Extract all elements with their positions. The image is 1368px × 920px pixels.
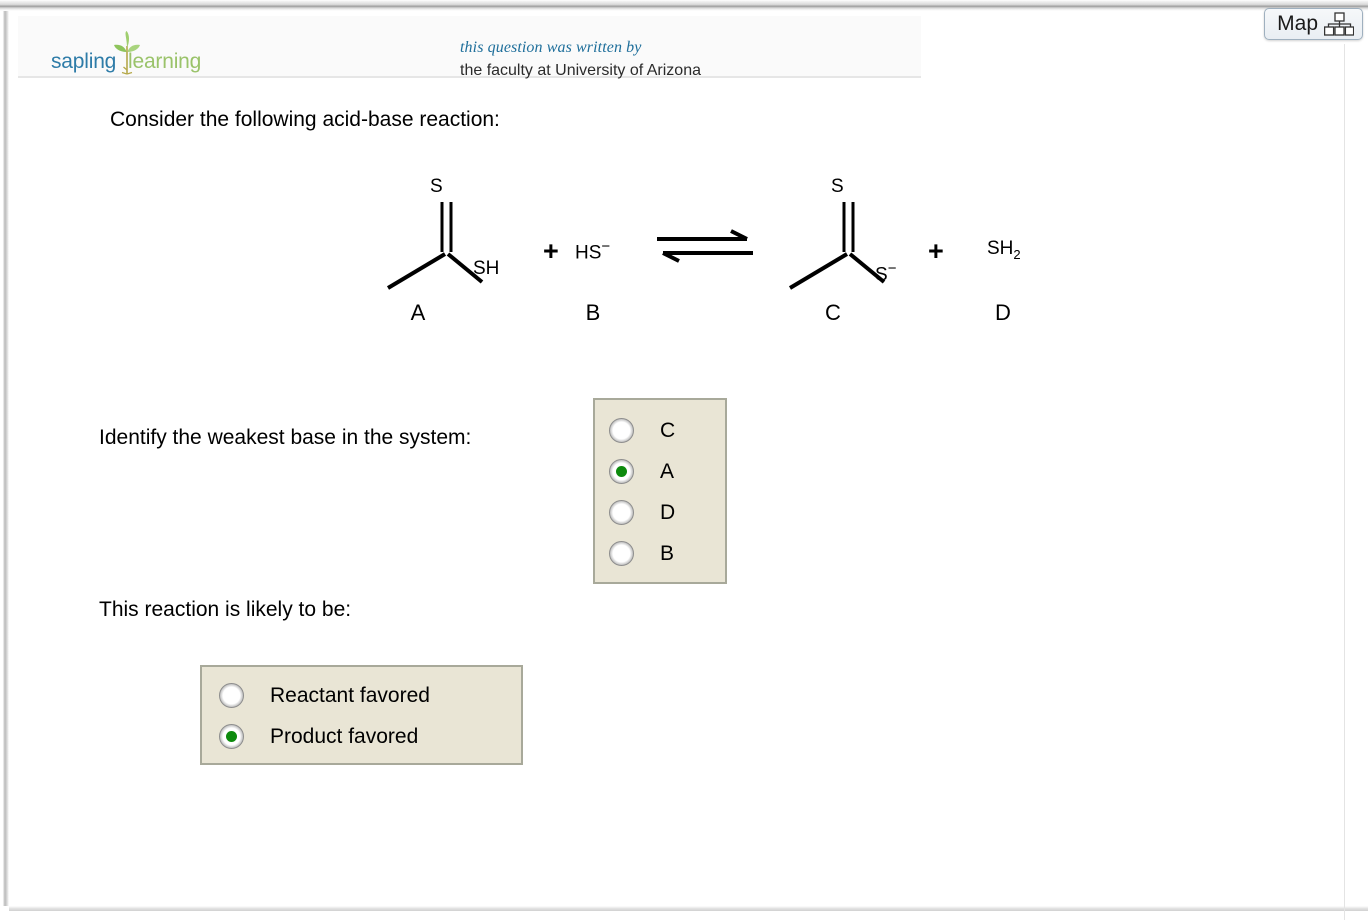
radio-option-product-favored[interactable]: Product favored (202, 716, 521, 757)
attribution-line-1: this question was written by (460, 39, 642, 56)
molecule-label-b: B (585, 300, 601, 325)
molecule-c-atom-s-anion: S− (875, 260, 897, 286)
radio-label-b: B (660, 541, 675, 565)
page-right-border (1344, 44, 1345, 920)
sitemap-hierarchy-icon (1324, 12, 1354, 36)
molecule-c-charge: − (887, 260, 897, 277)
page-left-border (0, 11, 9, 906)
molecule-c-structure (788, 202, 886, 290)
radio-option-a[interactable]: A (595, 451, 725, 492)
molecule-a-atom-sh: SH (473, 258, 500, 279)
radio-knob-reactant-favored[interactable] (219, 683, 244, 708)
page-bottom-border (9, 906, 1368, 911)
molecule-label-d: D (995, 300, 1011, 325)
radio-option-reactant-favored[interactable]: Reactant favored (202, 675, 521, 716)
logo-text-learning: learning (128, 50, 202, 73)
radio-group-weakest-base: C A D B (593, 398, 727, 584)
molecule-label-a: A (410, 300, 426, 325)
radio-knob-a[interactable] (609, 459, 634, 484)
prompt-weakest-base: Identify the weakest base in the system: (99, 426, 472, 449)
radio-label-reactant-favored: Reactant favored (270, 683, 430, 707)
map-button[interactable]: Map (1264, 8, 1363, 40)
molecule-d-subscript: 2 (1013, 246, 1021, 262)
reaction-scheme-diagram: S SH A + HS− B S S− C + SH2 D (360, 160, 1060, 340)
radio-knob-product-favored[interactable] (219, 724, 244, 749)
logo-text-sapling: sapling (51, 50, 117, 73)
radio-option-b[interactable]: B (595, 533, 725, 574)
header-band: sapling learning this question was writt… (18, 16, 921, 79)
radio-label-d: D (660, 500, 676, 524)
molecule-b-charge: − (601, 238, 611, 255)
prompt-reaction-favored: This reaction is likely to be: (99, 598, 352, 621)
plus-sign-2: + (928, 236, 944, 266)
molecule-d-formula: SH2 (987, 238, 1021, 262)
radio-label-product-favored: Product favored (270, 724, 419, 748)
molecule-b-formula: HS− (575, 238, 611, 264)
page-title: Consider the following acid-base reactio… (110, 108, 500, 131)
radio-label-a: A (660, 459, 675, 483)
question-attribution: this question was written by the faculty… (460, 36, 900, 82)
radio-group-reaction-favored: Reactant favored Product favored (200, 665, 523, 765)
radio-knob-d[interactable] (609, 500, 634, 525)
radio-option-c[interactable]: C (595, 410, 725, 451)
radio-knob-c[interactable] (609, 418, 634, 443)
molecule-a-structure (386, 202, 484, 290)
plus-sign-1: + (543, 236, 559, 266)
molecule-a-atom-s-double: S (430, 176, 443, 197)
molecule-label-c: C (825, 300, 841, 325)
radio-knob-b[interactable] (609, 541, 634, 566)
attribution-line-2: the faculty at University of Arizona (460, 62, 701, 80)
sapling-learning-logo: sapling learning (51, 30, 201, 78)
radio-label-c: C (660, 418, 676, 442)
equilibrium-arrow-icon (657, 229, 753, 263)
radio-option-d[interactable]: D (595, 492, 725, 533)
map-button-label: Map (1277, 12, 1318, 35)
molecule-c-atom-s-double: S (831, 176, 844, 197)
browser-chrome-strip (0, 0, 1368, 11)
